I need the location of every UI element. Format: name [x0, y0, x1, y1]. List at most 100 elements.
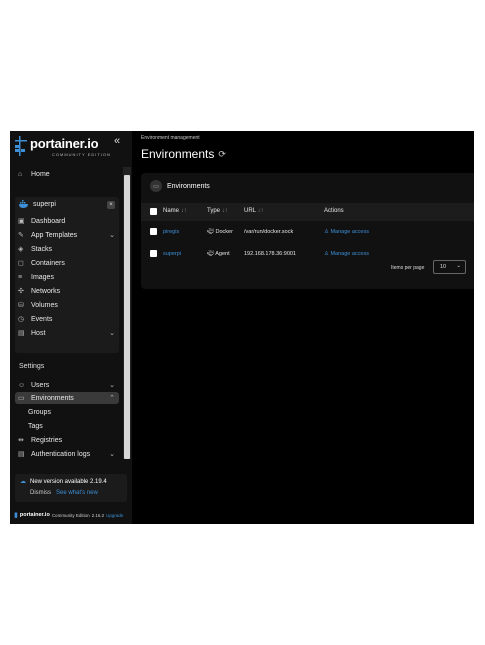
column-name[interactable]: Name ↓↑ — [163, 208, 187, 214]
column-url-label: URL — [244, 208, 256, 214]
manage-access-link[interactable]: ♙ Manage access — [324, 229, 369, 235]
column-type[interactable]: Type ↓↑ — [207, 208, 228, 214]
environment-name-link[interactable]: superpi — [163, 251, 181, 257]
sidebar-item-groups[interactable]: Groups — [28, 406, 132, 418]
breadcrumb: Environment management — [141, 135, 200, 141]
sidebar-item-stacks[interactable]: ◈ Stacks — [15, 243, 119, 255]
panel-header: ▭ Environments — [150, 180, 210, 192]
brand-name: portainer.io — [30, 136, 99, 151]
sidebar-item-dashboard[interactable]: ▣ Dashboard — [15, 215, 119, 227]
brand-edition: COMMUNITY EDITION — [52, 152, 111, 157]
environments-panel: ▭ Environments Name ↓↑ Type ↓↑ URL ↓↑ Ac… — [141, 173, 474, 289]
close-environment-icon[interactable]: × — [107, 201, 115, 209]
scrollbar-thumb[interactable] — [124, 175, 130, 459]
table-row: piregis 🐳︎ Docker /var/run/docker.sock ♙… — [141, 223, 474, 243]
chevron-down-icon: ⌄ — [109, 451, 115, 458]
sidebar-item-label: Volumes — [31, 301, 58, 309]
sidebar-item-label: Users — [31, 381, 50, 389]
main-content: Environment management Environments ⟳ ▭ … — [132, 131, 474, 524]
settings-heading: Settings — [19, 363, 45, 370]
sidebar-item-images[interactable]: ≡ Images — [15, 271, 119, 283]
column-name-label: Name — [163, 208, 180, 214]
type-label: Docker — [215, 229, 233, 235]
manage-access-label: Manage access — [330, 229, 369, 235]
items-per-page-value: 10 — [440, 264, 447, 270]
users-icon: ♙ — [324, 251, 329, 257]
url-cell: /var/run/docker.sock — [244, 229, 294, 235]
sidebar-item-registries[interactable]: ⇹ Registries — [15, 434, 119, 446]
sidebar: portainer.io COMMUNITY EDITION « ⌂ Home … — [10, 131, 132, 524]
sidebar-item-label: Tags — [28, 422, 43, 430]
sidebar-item-app-templates[interactable]: ✎ App Templates ⌄ — [15, 229, 119, 241]
sort-icon: ↓↑ — [180, 208, 187, 214]
type-cell: 🐳︎ Docker — [207, 229, 233, 235]
home-icon: ⌂ — [18, 170, 23, 178]
page-title-text: Environments — [141, 147, 215, 161]
sidebar-item-label: App Templates — [31, 231, 78, 239]
chevron-down-icon: ⌄ — [109, 232, 115, 239]
dismiss-link[interactable]: Dismiss — [30, 490, 51, 496]
upgrade-link[interactable]: Upgrade — [106, 513, 123, 518]
docker-icon: 🐳︎ — [207, 229, 214, 235]
stacks-icon: ◈ — [18, 245, 24, 253]
sidebar-item-authentication-logs[interactable]: ▤ Authentication logs ⌄ — [15, 448, 119, 460]
type-label: Agent — [215, 251, 230, 257]
sidebar-item-label: Groups — [28, 408, 51, 416]
portainer-logo[interactable]: portainer.io COMMUNITY EDITION — [14, 136, 118, 158]
row-checkbox[interactable] — [150, 228, 157, 235]
clock-icon: ◷ — [18, 315, 25, 323]
column-url[interactable]: URL ↓↑ — [244, 208, 263, 214]
collapse-sidebar-icon[interactable]: « — [114, 135, 120, 147]
sidebar-item-home[interactable]: ⌂ Home — [15, 168, 119, 180]
sidebar-item-label: Events — [31, 315, 53, 323]
sidebar-scrollbar[interactable] — [123, 167, 131, 459]
select-all-checkbox[interactable] — [150, 208, 157, 215]
whats-new-link[interactable]: See what's new — [56, 490, 98, 496]
table-header: Name ↓↑ Type ↓↑ URL ↓↑ Actions — [141, 203, 474, 221]
chevron-down-icon: ⌄ — [456, 263, 461, 269]
users-icon: ♙ — [324, 229, 329, 235]
box-icon: ◻ — [18, 259, 24, 267]
sidebar-item-events[interactable]: ◷ Events — [15, 313, 119, 325]
network-icon: ✣ — [18, 287, 24, 295]
sidebar-item-tags[interactable]: Tags — [28, 420, 132, 432]
sidebar-item-label: Registries — [31, 436, 63, 444]
sidebar-item-environments[interactable]: ▭ Environments ⌃ — [15, 392, 119, 404]
edit-icon: ✎ — [18, 231, 24, 239]
row-checkbox[interactable] — [150, 250, 157, 257]
sidebar-item-label: Images — [31, 273, 54, 281]
sidebar-item-label: Containers — [31, 259, 65, 267]
users-icon: ☺ — [18, 381, 26, 389]
table-row: superpi 🐳︎ Agent 192.168.178.36:9001 ♙ M… — [141, 245, 474, 265]
environment-name: superpi — [33, 200, 56, 208]
sidebar-item-networks[interactable]: ✣ Networks — [15, 285, 119, 297]
footer-edition: Community Edition — [51, 512, 90, 518]
environment-box: superpi × ▣ Dashboard ✎ App Templates ⌄ ◈ St… — [15, 197, 119, 353]
portainer-crane-icon — [15, 136, 27, 156]
manage-access-link[interactable]: ♙ Manage access — [324, 251, 369, 257]
chevron-down-icon: ⌄ — [109, 382, 115, 389]
sidebar-item-users[interactable]: ☺ Users ⌄ — [15, 379, 119, 391]
footer-brand: portainer.io — [19, 512, 50, 518]
column-actions: Actions — [324, 208, 344, 214]
sidebar-item-volumes[interactable]: ⛁ Volumes — [15, 299, 119, 311]
host-icon: ▤ — [18, 329, 25, 337]
log-icon: ▤ — [18, 450, 25, 458]
items-per-page-label: Items per page — [391, 265, 425, 271]
sidebar-item-label: Dashboard — [31, 217, 66, 225]
sidebar-item-label: Authentication logs — [31, 450, 91, 458]
refresh-icon[interactable]: ⟳ — [218, 149, 226, 160]
items-per-page-select[interactable]: 10 ⌄ — [433, 260, 466, 274]
sidebar-item-label: Host — [31, 329, 46, 337]
sidebar-item-containers[interactable]: ◻ Containers — [15, 257, 119, 269]
environment-name-link[interactable]: piregis — [163, 229, 179, 235]
url-cell: 192.168.178.36:9001 — [244, 251, 296, 257]
environment-icon: ▭ — [18, 394, 25, 402]
sort-icon: ↓↑ — [221, 208, 228, 214]
environment-icon: ▭ — [150, 180, 162, 192]
sidebar-item-host[interactable]: ▤ Host ⌄ — [15, 327, 119, 339]
registry-icon: ⇹ — [18, 436, 24, 444]
database-icon: ⛁ — [18, 301, 24, 309]
download-icon: ☁ — [20, 479, 26, 485]
docker-icon — [19, 200, 28, 208]
